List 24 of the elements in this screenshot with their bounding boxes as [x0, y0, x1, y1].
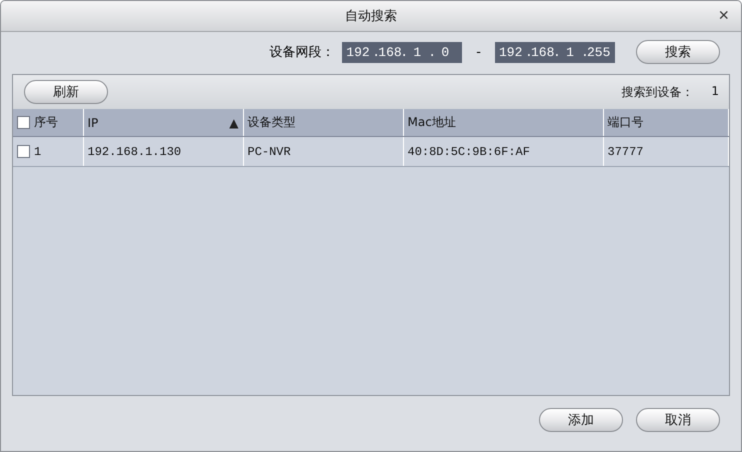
column-header[interactable]: 设备类型 — [248, 115, 296, 129]
found-devices-label: 搜索到设备： — [621, 84, 694, 100]
table-cell: PC-NVR — [248, 144, 291, 158]
close-button[interactable]: × — [718, 6, 729, 24]
column-header[interactable]: 端口号 — [608, 115, 644, 129]
ip-range-label: 设备网段： — [269, 44, 334, 61]
search-button[interactable]: 搜索 — [636, 40, 720, 64]
column-header[interactable]: Mac地址 — [408, 115, 456, 129]
ip-address-field[interactable]: 192 .168. 1 . 0 — [342, 42, 462, 62]
table-cell: 1 — [34, 144, 42, 158]
select-all-checkbox[interactable] — [17, 116, 30, 129]
range-dash: - — [476, 44, 481, 60]
table-cell: 192.168.1.130 — [88, 144, 182, 158]
column-header[interactable]: IP — [88, 116, 98, 130]
refresh-button[interactable]: 刷新 — [24, 80, 108, 104]
null[interactable]: 添加 — [539, 408, 623, 432]
ip-address-field[interactable]: 192 .168. 1 .255 — [495, 42, 615, 62]
table-cell: 40:8D:5C:9B:6F:AF — [408, 144, 530, 158]
null[interactable]: 取消 — [636, 408, 720, 432]
found-devices-count: 1 — [711, 84, 719, 100]
sort-ascending-icon[interactable]: ▲ — [229, 116, 238, 130]
window-title: 自动搜索 — [345, 8, 397, 25]
row-checkbox[interactable] — [17, 145, 30, 158]
table-cell: 37777 — [608, 144, 644, 158]
